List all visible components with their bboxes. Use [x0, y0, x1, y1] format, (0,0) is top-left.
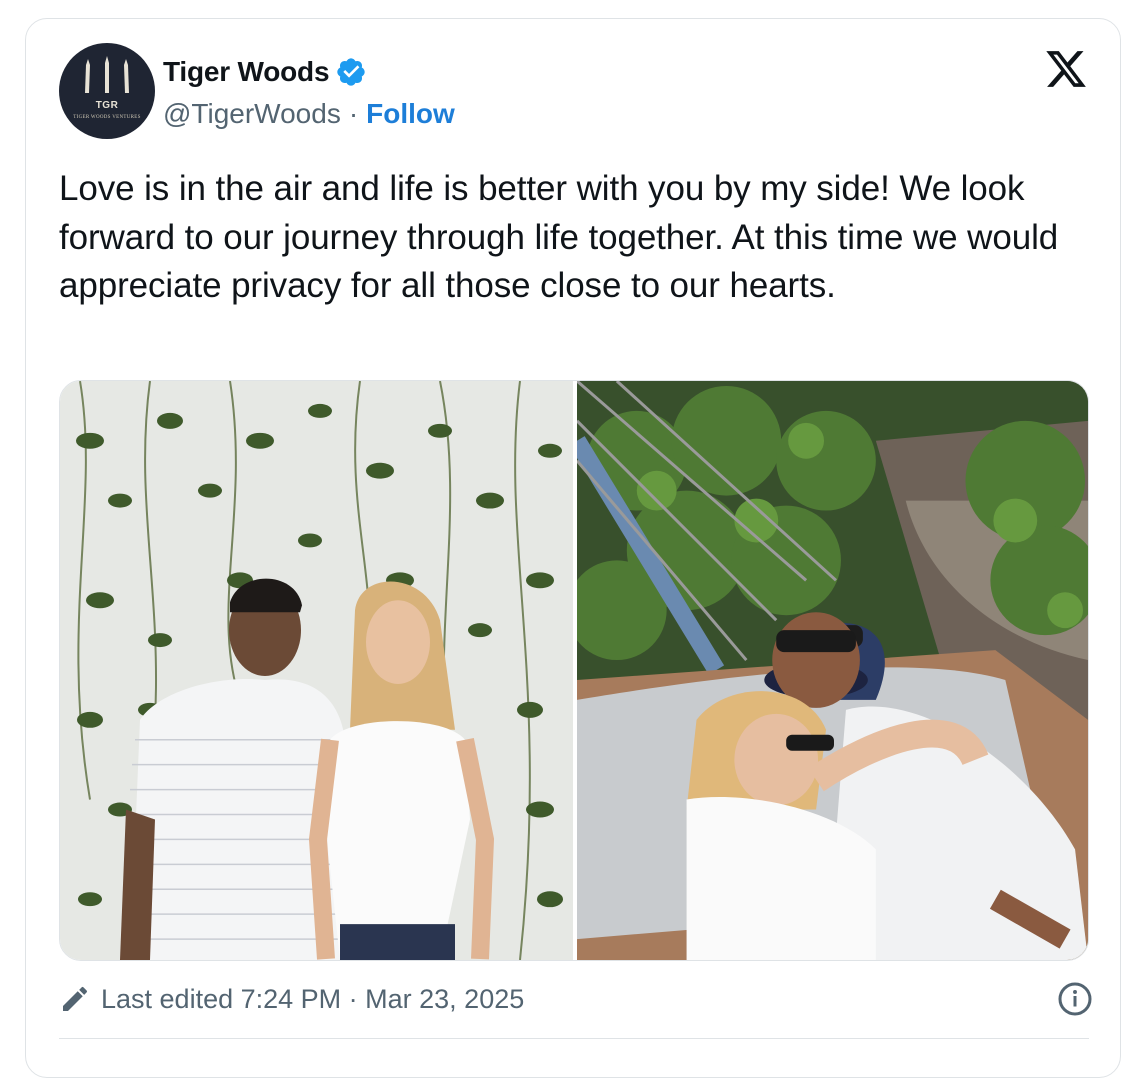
name-row: Tiger Woods — [163, 52, 367, 92]
divider — [59, 1038, 1089, 1039]
x-logo-icon[interactable] — [1043, 47, 1089, 91]
meta-row: Last edited 7:24 PM · Mar 23, 2025 — [59, 981, 1092, 1017]
verified-badge-icon — [337, 58, 366, 86]
photo-couple-hammock-image — [577, 381, 1088, 960]
handle-row: @TigerWoods · Follow — [163, 94, 455, 134]
photo-couple-standing-image — [60, 381, 573, 960]
follow-button[interactable]: Follow — [366, 98, 455, 130]
photo-couple-hammock[interactable] — [577, 381, 1088, 960]
avatar[interactable]: TGR TIGER WOODS VENTURES — [59, 43, 155, 139]
avatar-logo-icon — [85, 56, 129, 93]
edited-timestamp[interactable]: Last edited 7:24 PM · Mar 23, 2025 — [101, 984, 524, 1015]
display-name[interactable]: Tiger Woods — [163, 56, 330, 88]
avatar-subtext: TIGER WOODS VENTURES — [73, 115, 141, 120]
avatar-text: TGR — [95, 100, 119, 111]
tweet-card[interactable]: TGR TIGER WOODS VENTURES Tiger Woods @Ti… — [25, 18, 1121, 1078]
handle[interactable]: @TigerWoods — [163, 98, 341, 130]
tweet-text: Love is in the air and life is better wi… — [59, 169, 1059, 305]
pencil-icon — [63, 986, 88, 1011]
separator-dot: · — [348, 98, 359, 129]
media-grid — [59, 380, 1089, 961]
photo-couple-standing[interactable] — [60, 381, 573, 960]
info-icon[interactable] — [1057, 981, 1093, 1017]
